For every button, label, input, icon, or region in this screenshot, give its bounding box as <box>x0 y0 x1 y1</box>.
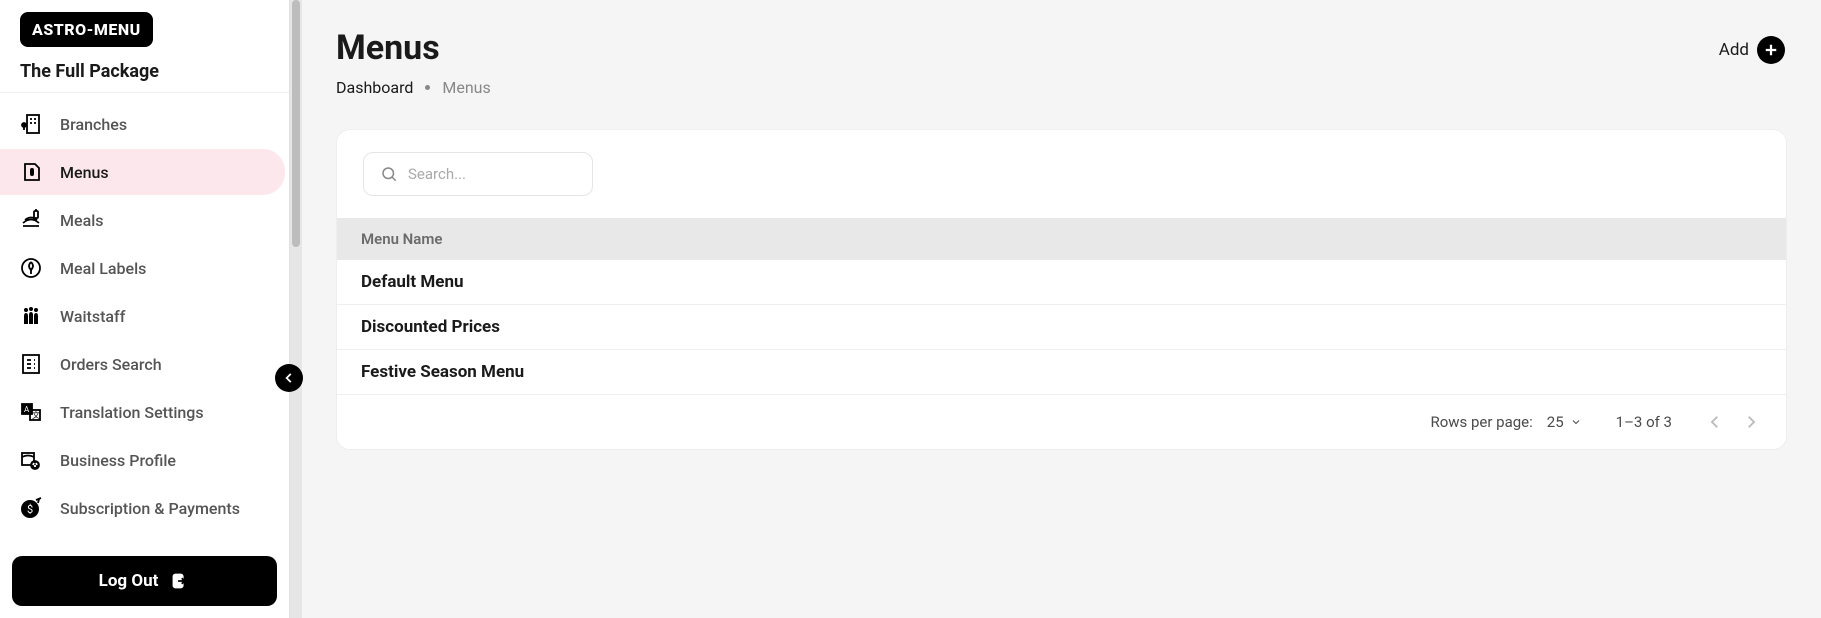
menu-name-cell: Festive Season Menu <box>361 362 524 382</box>
translation-icon: A 文 <box>18 399 44 425</box>
nav-list: Branches Menus <box>0 93 289 539</box>
sidebar-item-label: Meal Labels <box>60 259 146 278</box>
menu-name-cell: Default Menu <box>361 272 464 292</box>
table-header: Menu Name <box>337 218 1786 260</box>
logo[interactable]: ASTRO-MENU <box>20 12 153 47</box>
chevron-left-icon <box>1706 413 1724 431</box>
card: Menu Name Default Menu Discounted Prices… <box>336 129 1787 450</box>
prev-page-button[interactable] <box>1706 413 1724 431</box>
meals-icon <box>18 207 44 233</box>
branches-icon <box>18 111 44 137</box>
subscription-icon: $ <box>18 495 44 521</box>
pager-arrows <box>1706 413 1760 431</box>
page-size-value: 25 <box>1547 413 1564 431</box>
table-row[interactable]: Festive Season Menu <box>337 350 1786 395</box>
rows-per-page: Rows per page: 25 <box>1430 413 1581 431</box>
page-size-select[interactable]: 25 <box>1547 413 1582 431</box>
sidebar-item-branches[interactable]: Branches <box>0 101 285 147</box>
main-content: Menus Dashboard Menus Add <box>302 0 1821 618</box>
collapse-sidebar-button[interactable] <box>275 364 303 392</box>
sidebar-item-translation-settings[interactable]: A 文 Translation Settings <box>0 389 285 435</box>
scrollbar-thumb[interactable] <box>292 0 300 247</box>
sidebar-item-label: Orders Search <box>60 355 162 374</box>
add-label: Add <box>1719 40 1749 60</box>
menus-icon <box>18 159 44 185</box>
add-button[interactable]: Add <box>1717 28 1787 72</box>
sidebar-item-label: Translation Settings <box>60 403 204 422</box>
sidebar-item-label: Subscription & Payments <box>60 499 240 518</box>
chevron-right-icon <box>1742 413 1760 431</box>
business-profile-icon <box>18 447 44 473</box>
search-row <box>337 130 1786 218</box>
page-title: Menus <box>336 28 491 68</box>
sidebar-scroll[interactable]: ASTRO-MENU The Full Package Branches <box>0 0 289 544</box>
sidebar-item-waitstaff[interactable]: Waitstaff <box>0 293 285 339</box>
rows-per-page-label: Rows per page: <box>1430 413 1532 431</box>
search-box[interactable] <box>363 152 593 196</box>
search-icon <box>380 165 398 183</box>
sidebar-item-meal-labels[interactable]: Meal Labels <box>0 245 285 291</box>
next-page-button[interactable] <box>1742 413 1760 431</box>
logout-button[interactable]: Log Out <box>12 556 277 606</box>
breadcrumb-separator <box>425 85 430 90</box>
table-row[interactable]: Default Menu <box>337 260 1786 305</box>
logout-label: Log Out <box>99 571 159 591</box>
search-input[interactable] <box>408 165 576 183</box>
sidebar-scrollbar[interactable] <box>290 0 302 618</box>
sidebar-item-subscription[interactable]: $ Subscription & Payments <box>0 485 285 531</box>
sidebar-item-meals[interactable]: Meals <box>0 197 285 243</box>
svg-text:文: 文 <box>32 410 40 420</box>
logout-wrap: Log Out <box>0 544 289 618</box>
table-row[interactable]: Discounted Prices <box>337 305 1786 350</box>
sidebar: ASTRO-MENU The Full Package Branches <box>0 0 290 618</box>
breadcrumb: Dashboard Menus <box>336 78 491 97</box>
logout-icon <box>168 570 190 592</box>
pagination-range: 1–3 of 3 <box>1616 413 1672 431</box>
plus-circle-icon <box>1757 36 1785 64</box>
sidebar-item-label: Business Profile <box>60 451 176 470</box>
breadcrumb-root[interactable]: Dashboard <box>336 78 413 97</box>
page-header: Menus Dashboard Menus Add <box>336 28 1787 97</box>
orders-search-icon <box>18 351 44 377</box>
chevron-down-icon <box>1570 416 1582 428</box>
sidebar-item-label: Waitstaff <box>60 307 125 326</box>
business-name: The Full Package <box>0 47 289 93</box>
svg-text:$: $ <box>27 503 33 516</box>
meal-labels-icon <box>18 255 44 281</box>
column-menu-name: Menu Name <box>361 230 442 248</box>
waitstaff-icon <box>18 303 44 329</box>
menu-name-cell: Discounted Prices <box>361 317 500 337</box>
sidebar-item-business-profile[interactable]: Business Profile <box>0 437 285 483</box>
sidebar-item-orders-search[interactable]: Orders Search <box>0 341 285 387</box>
sidebar-item-label: Menus <box>60 163 109 182</box>
breadcrumb-current: Menus <box>442 78 490 97</box>
sidebar-item-label: Branches <box>60 115 127 134</box>
sidebar-item-menus[interactable]: Menus <box>0 149 285 195</box>
sidebar-item-label: Meals <box>60 211 104 230</box>
pagination: Rows per page: 25 1–3 of 3 <box>337 395 1786 449</box>
chevron-left-icon <box>282 371 296 385</box>
